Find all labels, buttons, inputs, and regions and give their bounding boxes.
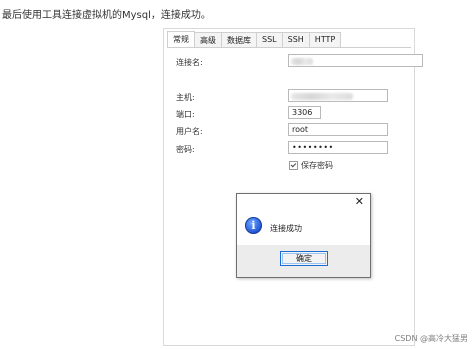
save-password-label: 保存密码 bbox=[301, 161, 333, 170]
ok-button[interactable]: 确定 bbox=[280, 251, 328, 266]
dialog-message: 连接成功 bbox=[270, 224, 302, 233]
watermark: CSDN @高冷大猛男 bbox=[394, 334, 468, 343]
username-label: 用户名: bbox=[176, 127, 203, 136]
tab-databases[interactable]: 数据库 bbox=[221, 32, 257, 48]
port-label: 端口: bbox=[176, 110, 195, 119]
tab-ssh[interactable]: SSH bbox=[281, 32, 310, 48]
save-password-option[interactable]: 保存密码 bbox=[289, 160, 333, 171]
connection-name-label: 连接名: bbox=[176, 58, 203, 67]
connection-properties-window: 常规 高级 数据库 SSL SSH HTTP 连接名: 主机: 端口: 3306… bbox=[163, 28, 423, 346]
tab-advanced[interactable]: 高级 bbox=[194, 32, 222, 48]
article-caption: 最后使用工具连接虚拟机的Mysql，连接成功。 bbox=[2, 10, 211, 21]
dialog-footer: 确定 bbox=[237, 245, 370, 277]
password-label: 密码: bbox=[176, 145, 195, 154]
password-field[interactable]: •••••••• bbox=[288, 141, 388, 154]
tab-bar: 常规 高级 数据库 SSL SSH HTTP bbox=[167, 31, 342, 48]
redacted-connection-name bbox=[291, 58, 313, 65]
close-icon[interactable]: ✕ bbox=[355, 196, 364, 208]
username-field[interactable]: root bbox=[288, 123, 388, 136]
success-dialog: ✕ i 连接成功 确定 bbox=[236, 193, 371, 278]
redacted-host bbox=[291, 93, 353, 100]
connection-name-field[interactable] bbox=[288, 54, 423, 67]
host-field[interactable] bbox=[288, 89, 388, 102]
port-field[interactable]: 3306 bbox=[288, 106, 321, 119]
tab-ssl[interactable]: SSL bbox=[256, 32, 283, 48]
tab-http[interactable]: HTTP bbox=[308, 32, 342, 48]
info-icon: i bbox=[245, 217, 262, 234]
tab-general[interactable]: 常规 bbox=[167, 31, 195, 48]
host-label: 主机: bbox=[176, 93, 195, 102]
save-password-checkbox[interactable] bbox=[289, 161, 298, 170]
